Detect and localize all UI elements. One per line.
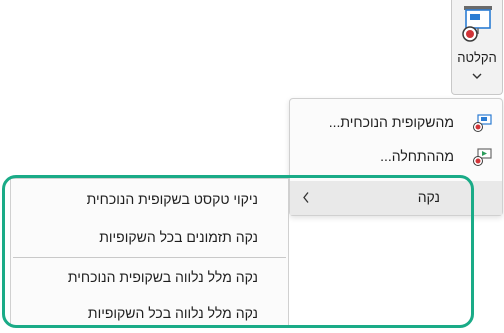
record-label: הקלטה [457, 50, 497, 65]
submenu-item-label: נקה תזמונים בכל השקופיות [99, 229, 258, 245]
record-slide-icon [462, 6, 492, 42]
submenu-item-clear-narration-all-slides[interactable]: נקה מלל נלווה בכל השקופיות [11, 297, 288, 333]
menu-item-label: נקה [417, 189, 440, 205]
chevron-left-icon [303, 192, 309, 203]
menu-item-label: מההתחלה... [380, 148, 454, 164]
submenu-item-label: ניקוי טקסט בשקופית הנוכחית [86, 191, 258, 207]
menu-item-from-beginning[interactable]: מההתחלה... [290, 139, 502, 175]
submenu-separator [13, 257, 286, 258]
record-from-current-icon [473, 114, 492, 132]
record-from-beginning-icon [473, 148, 492, 166]
submenu-item-clear-narration-current-slide[interactable]: נקה מלל נלווה בשקופית הנוכחית [11, 261, 288, 297]
submenu-item-clear-timings-all-slides[interactable]: נקה תזמונים בכל השקופיות [11, 221, 288, 257]
submenu-item-label: נקה מלל נלווה בכל השקופיות [87, 305, 258, 321]
submenu-item-clear-text-current-slide[interactable]: ניקוי טקסט בשקופית הנוכחית [11, 183, 288, 219]
submenu-item-label: נקה מלל נלווה בשקופית הנוכחית [67, 269, 258, 285]
record-dropdown-menu: מהשקופית הנוכחית... מההתחלה... נקה [289, 98, 503, 216]
menu-item-label: מהשקופית הנוכחית... [328, 114, 454, 130]
chevron-down-icon[interactable] [471, 72, 483, 80]
menu-item-clear[interactable]: נקה [290, 181, 502, 215]
clear-submenu: ניקוי טקסט בשקופית הנוכחית נקה תזמונים ב… [10, 178, 289, 326]
record-button[interactable]: הקלטה [451, 0, 503, 95]
menu-item-from-current-slide[interactable]: מהשקופית הנוכחית... [290, 105, 502, 141]
